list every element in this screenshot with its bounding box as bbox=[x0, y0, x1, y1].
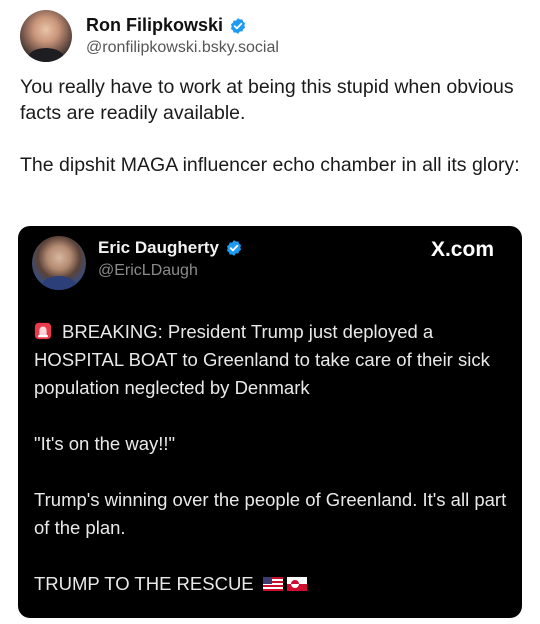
post-paragraph: You really have to work at being this st… bbox=[20, 76, 514, 124]
embed-name-line: Eric Daugherty bbox=[98, 238, 243, 258]
author-handle[interactable]: @ronfilipkowski.bsky.social bbox=[86, 39, 279, 57]
embed-paragraph: "It's on the way!!" bbox=[34, 433, 176, 454]
author-name[interactable]: Ron Filipkowski bbox=[86, 15, 223, 36]
embed-paragraph: Trump's winning over the people of Green… bbox=[34, 489, 507, 538]
author-name-line: Ron Filipkowski bbox=[86, 15, 279, 36]
embed-paragraph: TRUMP TO THE RESCUE bbox=[34, 570, 512, 598]
verified-badge-icon bbox=[225, 239, 243, 257]
post-author[interactable]: Ron Filipkowski @ronfilipkowski.bsky.soc… bbox=[20, 10, 279, 62]
embedded-post-image[interactable]: Eric Daugherty @EricLDaugh X.com BREAKIN… bbox=[18, 226, 522, 618]
embed-paragraph-text: BREAKING: President Trump just deployed … bbox=[34, 321, 490, 398]
embed-author-handle: @EricLDaugh bbox=[98, 262, 198, 279]
embed-paragraph: BREAKING: President Trump just deployed … bbox=[34, 318, 512, 402]
greenland-flag-icon bbox=[286, 571, 307, 591]
verified-badge-icon bbox=[229, 17, 247, 35]
post-paragraph: The dipshit MAGA influencer echo chamber… bbox=[20, 154, 520, 176]
author-avatar[interactable] bbox=[20, 10, 72, 62]
source-label: X.com bbox=[430, 238, 494, 261]
author-info: Ron Filipkowski @ronfilipkowski.bsky.soc… bbox=[86, 15, 279, 57]
embed-body: BREAKING: President Trump just deployed … bbox=[34, 318, 512, 624]
embed-author-info: Eric Daugherty @EricLDaugh bbox=[98, 238, 243, 280]
embed-author-name: Eric Daugherty bbox=[98, 238, 219, 257]
post-body: You really have to work at being this st… bbox=[20, 74, 525, 204]
us-flag-icon bbox=[262, 571, 283, 591]
social-post: Ron Filipkowski @ronfilipkowski.bsky.soc… bbox=[0, 0, 540, 624]
embed-paragraph-text: TRUMP TO THE RESCUE bbox=[34, 573, 254, 594]
siren-icon bbox=[34, 320, 52, 340]
embed-author-avatar bbox=[32, 236, 86, 290]
